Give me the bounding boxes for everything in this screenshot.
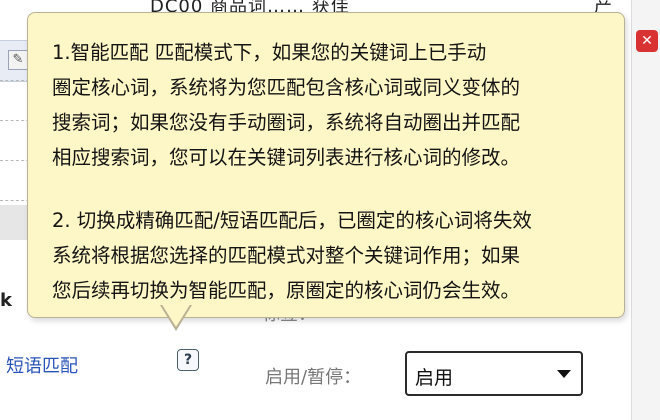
edit-icon[interactable]: ✎ [8, 50, 28, 70]
match-mode-tooltip: 1.智能匹配 匹配模式下，如果您的关键词上已手动 圈定核心词，系统将为您匹配包含… [27, 12, 625, 318]
status-label: 启用/暂停： [265, 367, 362, 388]
tooltip-line: 1.智能匹配 匹配模式下，如果您的关键词上已手动 [52, 41, 487, 64]
background-bold-char: k [0, 290, 12, 311]
phrase-match-link[interactable]: 短语匹配 [6, 352, 78, 378]
tooltip-line: 2. 切换成精确匹配/短语匹配后，已圈定的核心词将失效 [52, 209, 532, 232]
close-icon[interactable]: ✕ [636, 30, 658, 52]
tooltip-line: 搜索词；如果您没有手动圈词，系统将自动圈出并匹配 [52, 111, 521, 134]
tooltip-line: 您后续再切换为智能匹配，原圈定的核心词仍会生效。 [52, 279, 521, 302]
right-panel-edge: ✕ [631, 0, 660, 420]
dropdown-arrow-icon [557, 370, 571, 378]
tooltip-pointer-fill [161, 303, 191, 327]
tooltip-line: 系统将根据您选择的匹配模式对整个关键词作用；如果 [52, 244, 521, 267]
status-select-value: 启用 [415, 367, 454, 389]
status-select[interactable]: 启用 [405, 351, 583, 396]
tooltip-line: 圈定核心词，系统将为您匹配包含核心词或同义变体的 [52, 76, 521, 99]
tooltip-line: 相应搜索词，您可以在关键词列表进行核心词的修改。 [52, 146, 521, 169]
help-icon[interactable]: ? [177, 349, 199, 371]
